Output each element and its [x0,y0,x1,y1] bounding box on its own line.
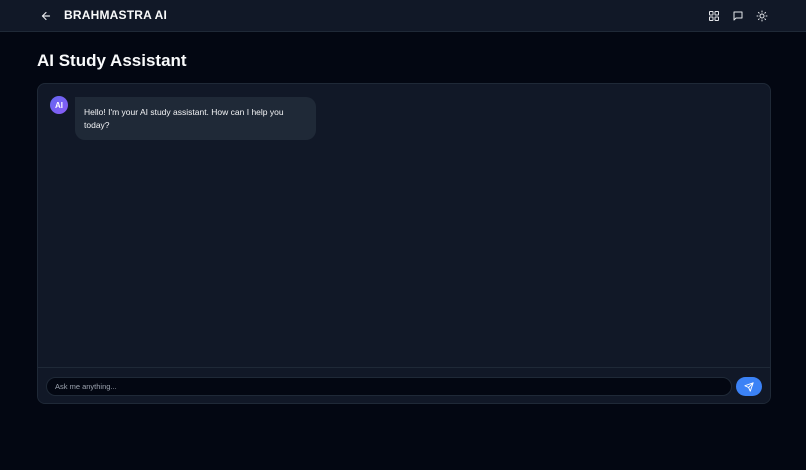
message-bubble: Hello! I'm your AI study assistant. How … [75,97,316,140]
message-input[interactable] [46,377,732,396]
message-row: AI Hello! I'm your AI study assistant. H… [50,96,316,140]
grid-icon [709,11,719,21]
brand-title[interactable]: BRAHMASTRA AI [64,8,167,22]
page-title: AI Study Assistant [37,51,187,70]
message-list[interactable]: AI Hello! I'm your AI study assistant. H… [38,84,770,367]
header-actions [705,7,771,25]
dashboard-button[interactable] [705,7,723,25]
ai-avatar: AI [50,96,68,114]
chat-panel: AI Hello! I'm your AI study assistant. H… [37,83,771,404]
message-composer [38,367,770,403]
send-icon [744,381,754,392]
arrow-left-icon [41,11,51,21]
theme-toggle-button[interactable] [753,7,771,25]
send-button[interactable] [736,377,762,396]
chat-button[interactable] [729,7,747,25]
back-button[interactable] [37,7,55,25]
sun-icon [756,10,768,22]
top-bar: BRAHMASTRA AI [0,0,806,32]
message-icon [733,11,743,21]
